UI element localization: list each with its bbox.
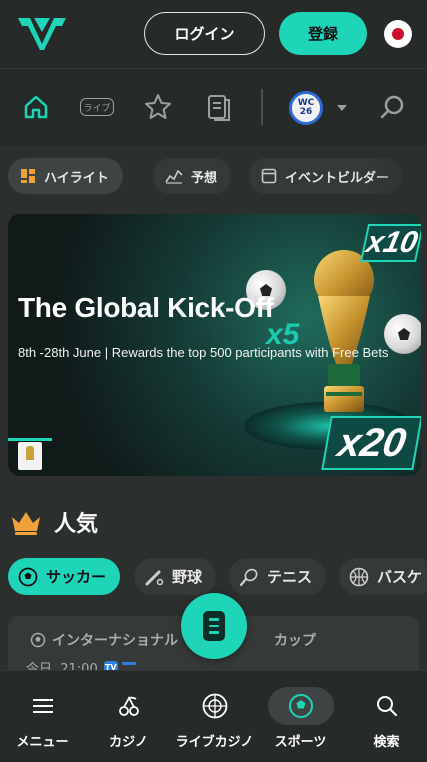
league-name-suffix: カップ	[274, 633, 316, 649]
login-button[interactable]: ログイン	[144, 12, 265, 55]
chip-label: 予想	[191, 170, 218, 186]
register-button[interactable]: 登録	[279, 12, 367, 55]
live-casino-icon	[182, 687, 248, 725]
betslip-fab-button[interactable]	[181, 593, 247, 659]
live-icon[interactable]: ライブ	[80, 98, 114, 116]
bottom-nav-label: 検索	[373, 735, 400, 750]
betslip-icon[interactable]	[203, 91, 235, 123]
soccer-icon	[30, 632, 46, 648]
search-icon[interactable]	[377, 91, 409, 123]
fifa-world-cup-icon	[18, 442, 42, 470]
soccer-icon	[18, 567, 38, 587]
banner-title: The Global Kick-Off	[18, 292, 274, 323]
bottom-nav-label: ライブカジノ	[175, 735, 254, 750]
bottom-nav-label: スポーツ	[274, 735, 327, 750]
menu-icon	[10, 687, 76, 725]
nav-divider	[261, 89, 263, 125]
casino-icon	[96, 687, 162, 725]
chip-label: ハイライト	[44, 170, 109, 186]
category-chips: ハイライト 予想 イベントビルダー	[0, 146, 427, 206]
tab-label: テニス	[267, 568, 313, 586]
banner-subtitle: 8th -28th June | Rewards the top 500 par…	[18, 345, 389, 360]
betslip-icon	[203, 611, 225, 641]
chip-highlight[interactable]: ハイライト	[8, 158, 123, 194]
tab-baseball[interactable]: 野球	[134, 558, 217, 595]
sports-icon	[267, 687, 334, 725]
search-icon	[354, 687, 420, 725]
tab-label: サッカー	[46, 568, 107, 586]
home-icon[interactable]	[20, 91, 52, 123]
tennis-icon	[239, 567, 259, 587]
bottom-nav-casino[interactable]: カジノ	[86, 671, 171, 762]
multiplier-badge: x20	[321, 416, 421, 470]
promo-banner[interactable]: x10 x5 x20 The Global Kick-Off 8th -28th…	[8, 214, 421, 476]
chevron-down-icon[interactable]	[337, 105, 347, 111]
bottom-nav-label: カジノ	[109, 735, 148, 750]
baseball-icon	[144, 567, 164, 587]
tab-soccer[interactable]: サッカー	[8, 558, 121, 595]
bottom-nav-label: メニュー	[16, 735, 69, 750]
sports-tabs: サッカー 野球 テニス バスケ	[0, 558, 427, 598]
basketball-icon	[349, 567, 369, 587]
bottom-nav-sports[interactable]: スポーツ	[258, 671, 343, 762]
bottom-nav-live-casino[interactable]: ライブカジノ	[172, 671, 257, 762]
brand-logo-icon[interactable]	[16, 14, 68, 52]
bottom-nav-search[interactable]: 検索	[344, 671, 427, 762]
japan-flag-icon[interactable]	[384, 20, 412, 48]
tab-label: バスケ	[377, 568, 423, 586]
bottom-nav: メニュー カジノ ライブカジノ スポーツ 検索	[0, 670, 427, 762]
event-builder-icon	[261, 168, 277, 184]
highlight-icon	[20, 168, 36, 184]
trophy-icon	[314, 250, 374, 412]
banner-progress	[8, 438, 52, 441]
tab-tennis[interactable]: テニス	[229, 558, 327, 595]
top-nav: ライブ WC 26	[0, 68, 427, 146]
multiplier-badge: x10	[359, 224, 421, 262]
crown-icon	[12, 512, 40, 535]
tab-label: 野球	[172, 568, 203, 586]
bottom-nav-menu[interactable]: メニュー	[0, 671, 85, 762]
chip-prediction[interactable]: 予想	[153, 158, 232, 194]
star-icon[interactable]	[141, 91, 175, 123]
league-name: インターナショナル	[52, 633, 178, 649]
chips-fade	[367, 146, 427, 206]
wc26-icon[interactable]: WC 26	[289, 91, 323, 125]
prediction-icon	[165, 168, 183, 184]
popular-section-header: 人気	[10, 506, 98, 538]
tab-basketball[interactable]: バスケ	[339, 558, 427, 595]
popular-title: 人気	[54, 512, 99, 537]
match-league: インターナショナル カップ	[30, 630, 316, 650]
header: ログイン 登録	[0, 0, 427, 68]
